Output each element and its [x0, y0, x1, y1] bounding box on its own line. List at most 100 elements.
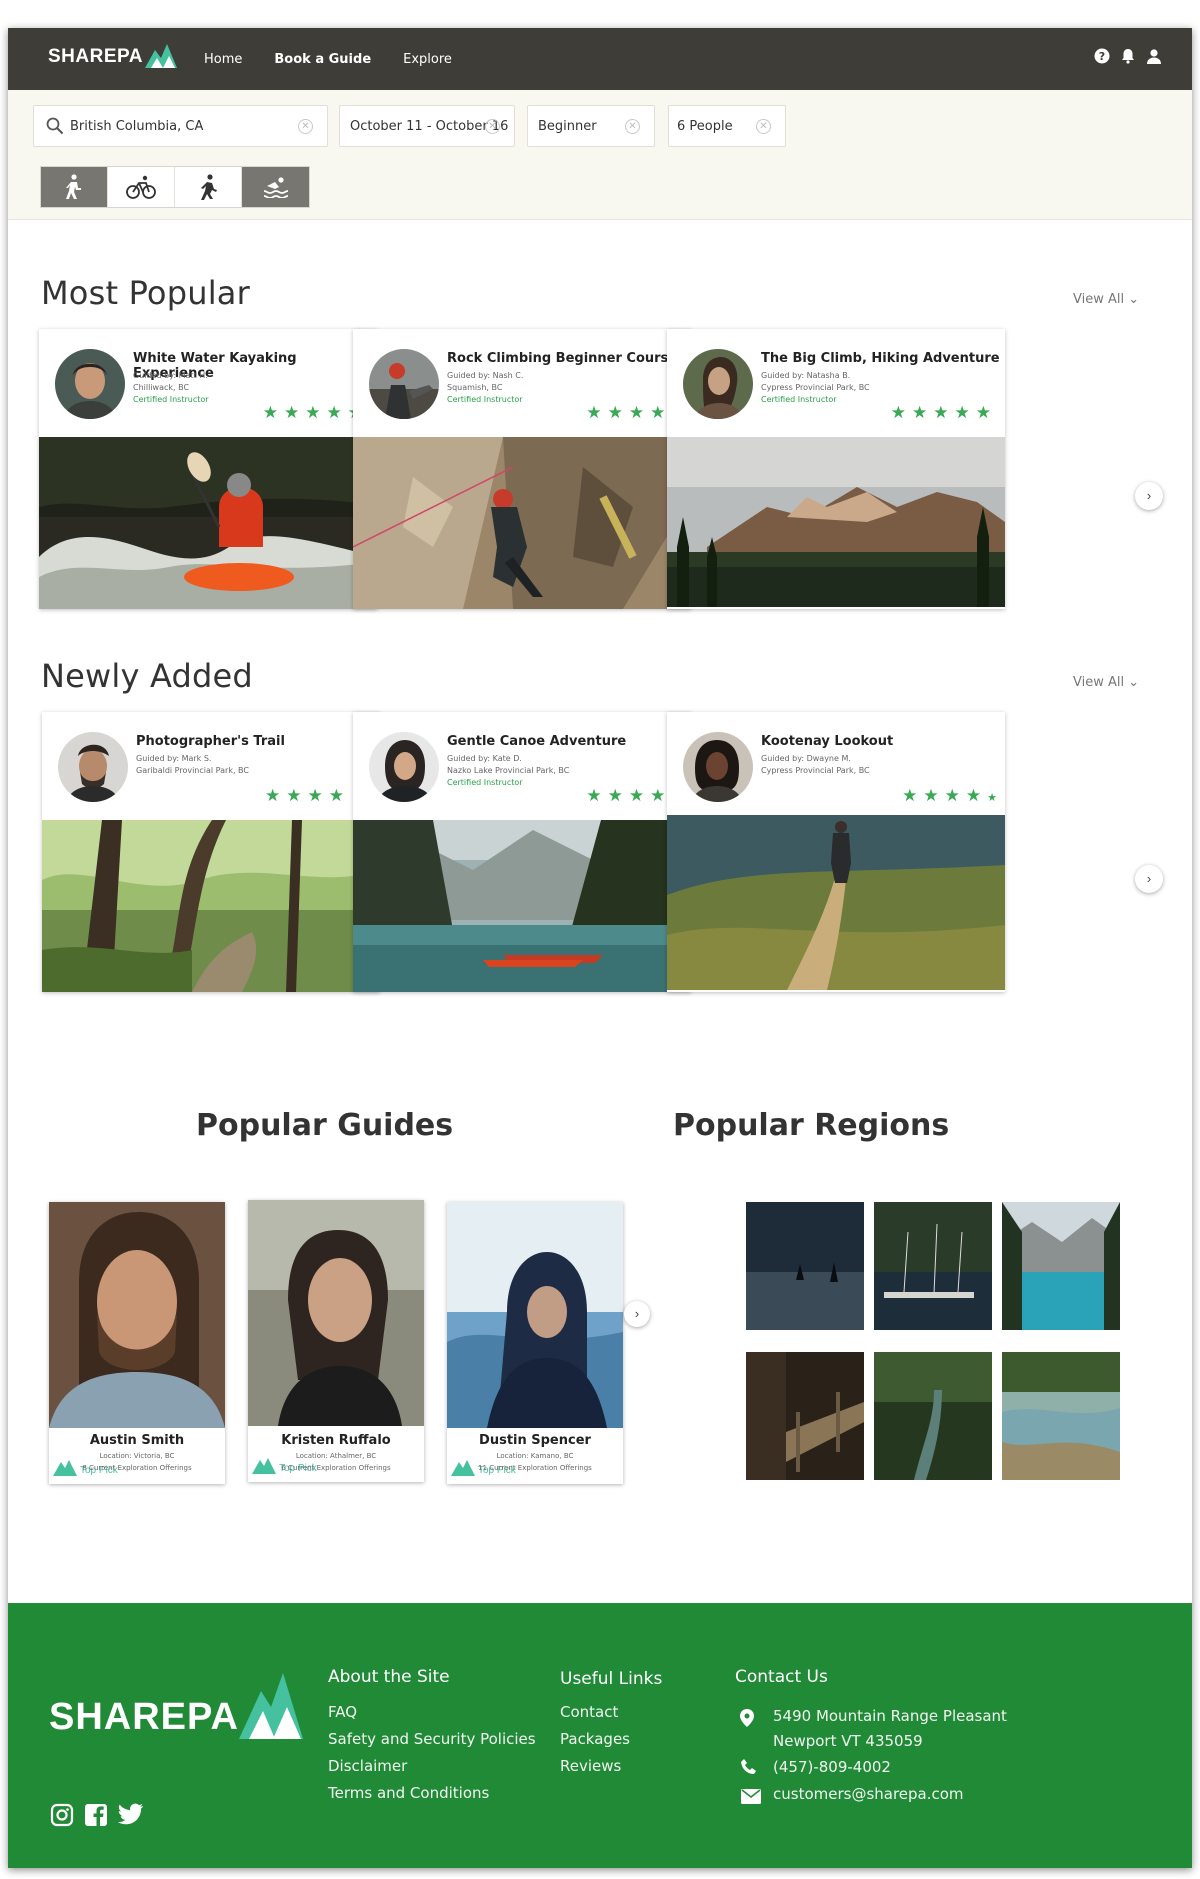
location-field[interactable]: British Columbia, CA ✕: [33, 105, 328, 147]
experience-card[interactable]: Rock Climbing Beginner Course Guided by:…: [353, 329, 691, 609]
region-tile[interactable]: [1002, 1352, 1120, 1480]
view-all-label: View All: [1073, 675, 1125, 690]
guide-location: Location: Victoria, BC: [99, 1452, 175, 1460]
chevron-right-icon: ›: [1146, 871, 1152, 886]
region-tile[interactable]: [1002, 1202, 1120, 1330]
guide-photo: [248, 1200, 424, 1426]
footer-link-faq[interactable]: FAQ: [328, 1703, 357, 1721]
footer-link-contact[interactable]: Contact: [560, 1703, 618, 1721]
region-photo: [746, 1352, 864, 1480]
chevron-right-icon: ›: [634, 1306, 640, 1321]
footer-link-safety[interactable]: Safety and Security Policies: [328, 1730, 536, 1748]
popular-regions-title: Popular Regions: [673, 1108, 950, 1143]
clear-dates-icon[interactable]: ✕: [485, 119, 500, 134]
guide-card[interactable]: Top Pick Austin Smith Location: Victoria…: [49, 1202, 225, 1484]
mountain-logo-icon: [145, 44, 177, 68]
footer-brand-logo[interactable]: SHAREPA: [49, 1673, 303, 1739]
guide-avatar: [683, 732, 753, 802]
contact-phone[interactable]: (457)-809-4002: [773, 1758, 891, 1776]
experience-photo: [42, 820, 380, 992]
user-icon[interactable]: [1146, 48, 1162, 64]
level-field[interactable]: Beginner ✕: [527, 105, 655, 147]
clear-location-icon[interactable]: ✕: [298, 119, 313, 134]
date-range-field[interactable]: October 11 - October 16 ✕: [339, 105, 515, 147]
experience-card[interactable]: Gentle Canoe Adventure Guided by: Kate D…: [353, 712, 691, 992]
guide-name: Dustin Spencer: [479, 1433, 591, 1448]
experience-title: The Big Climb, Hiking Adventure: [761, 351, 1000, 366]
clear-people-icon[interactable]: ✕: [756, 119, 771, 134]
twitter-icon[interactable]: [118, 1803, 144, 1825]
newly-added-view-all[interactable]: View All ⌄: [1073, 675, 1139, 690]
guide-photo: [447, 1202, 623, 1428]
nav-home-link[interactable]: Home: [204, 52, 242, 67]
people-field[interactable]: 6 People ✕: [668, 105, 786, 147]
experience-guide: Guided by: Matt H.: [133, 371, 208, 380]
help-icon[interactable]: ?: [1094, 48, 1110, 64]
region-photo: [746, 1202, 864, 1330]
experience-title: Rock Climbing Beginner Course: [447, 351, 678, 366]
contact-us-heading: Contact Us: [735, 1667, 828, 1687]
star-rating: ★★★★: [265, 786, 350, 805]
svg-text:?: ?: [1099, 50, 1105, 63]
phone-icon: [741, 1759, 756, 1774]
most-popular-title: Most Popular: [41, 274, 250, 312]
instagram-icon[interactable]: [50, 1803, 74, 1827]
nav-links: Home Book a Guide Explore: [204, 28, 452, 90]
activity-climbing-button[interactable]: [175, 167, 242, 207]
useful-links-heading: Useful Links: [560, 1669, 663, 1689]
footer-link-disclaimer[interactable]: Disclaimer: [328, 1757, 407, 1775]
experience-guide: Guided by: Mark S.: [136, 754, 212, 763]
most-popular-next-arrow[interactable]: ›: [1135, 482, 1163, 510]
activity-toggle-group: [40, 166, 310, 208]
search-icon: [46, 117, 64, 135]
guide-offerings: 6 Current Exploration Offerings: [281, 1464, 391, 1472]
most-popular-view-all[interactable]: View All ⌄: [1073, 292, 1139, 307]
view-all-label: View All: [1073, 292, 1125, 307]
nav-explore-link[interactable]: Explore: [403, 52, 452, 67]
region-tile[interactable]: [746, 1202, 864, 1330]
experience-location: Squamish, BC: [447, 383, 503, 392]
nav-book-guide-link[interactable]: Book a Guide: [274, 52, 371, 67]
contact-address-line2: Newport VT 435059: [773, 1732, 923, 1750]
guide-name: Kristen Ruffalo: [281, 1433, 391, 1448]
guide-avatar: [55, 349, 125, 419]
footer-link-packages[interactable]: Packages: [560, 1730, 630, 1748]
experience-location: Chilliwack, BC: [133, 383, 190, 392]
experience-location: Nazko Lake Provincial Park, BC: [447, 766, 570, 775]
location-value: British Columbia, CA: [70, 118, 204, 134]
experience-card[interactable]: The Big Climb, Hiking Adventure Guided b…: [667, 329, 1005, 609]
chevron-down-icon: ⌄: [1128, 675, 1140, 690]
chevron-right-icon: ›: [1146, 488, 1152, 503]
clear-level-icon[interactable]: ✕: [625, 119, 640, 134]
brand-logo[interactable]: SHAREPA: [48, 42, 177, 68]
location-pin-icon: [740, 1709, 754, 1727]
experience-photo: [667, 815, 1005, 990]
region-tile[interactable]: [874, 1352, 992, 1480]
bell-icon[interactable]: [1120, 48, 1136, 64]
site-footer: SHAREPA About the Site FAQ Safety and Se…: [8, 1603, 1192, 1868]
activity-swimming-button[interactable]: [242, 167, 309, 207]
experience-card[interactable]: White Water Kayaking Experience Guided b…: [39, 329, 377, 609]
footer-link-terms[interactable]: Terms and Conditions: [328, 1784, 489, 1802]
facebook-icon[interactable]: [84, 1803, 108, 1827]
guide-card[interactable]: Top Pick Dustin Spencer Location: Kamano…: [447, 1202, 623, 1484]
activity-hiking-button[interactable]: [41, 167, 108, 207]
certified-badge: Certified Instructor: [447, 778, 523, 787]
footer-link-reviews[interactable]: Reviews: [560, 1757, 621, 1775]
guide-card[interactable]: Top Pick Kristen Ruffalo Location: Athal…: [248, 1200, 424, 1482]
newly-added-next-arrow[interactable]: ›: [1135, 865, 1163, 893]
level-value: Beginner: [538, 118, 597, 134]
experience-title: Photographer's Trail: [136, 734, 285, 749]
activity-cycling-button[interactable]: [108, 167, 175, 207]
region-tile[interactable]: [746, 1352, 864, 1480]
chevron-down-icon: ⌄: [1128, 292, 1140, 307]
guides-next-arrow[interactable]: ›: [624, 1301, 650, 1327]
experience-location: Cypress Provincial Park, BC: [761, 766, 870, 775]
experience-guide: Guided by: Nash C.: [447, 371, 524, 380]
experience-guide: Guided by: Natasha B.: [761, 371, 851, 380]
hiking-icon: [66, 174, 81, 199]
experience-card[interactable]: Photographer's Trail Guided by: Mark S. …: [42, 712, 380, 992]
contact-email[interactable]: customers@sharepa.com: [773, 1785, 964, 1803]
region-tile[interactable]: [874, 1202, 992, 1330]
experience-card[interactable]: Kootenay Lookout Guided by: Dwayne M. Cy…: [667, 712, 1005, 992]
